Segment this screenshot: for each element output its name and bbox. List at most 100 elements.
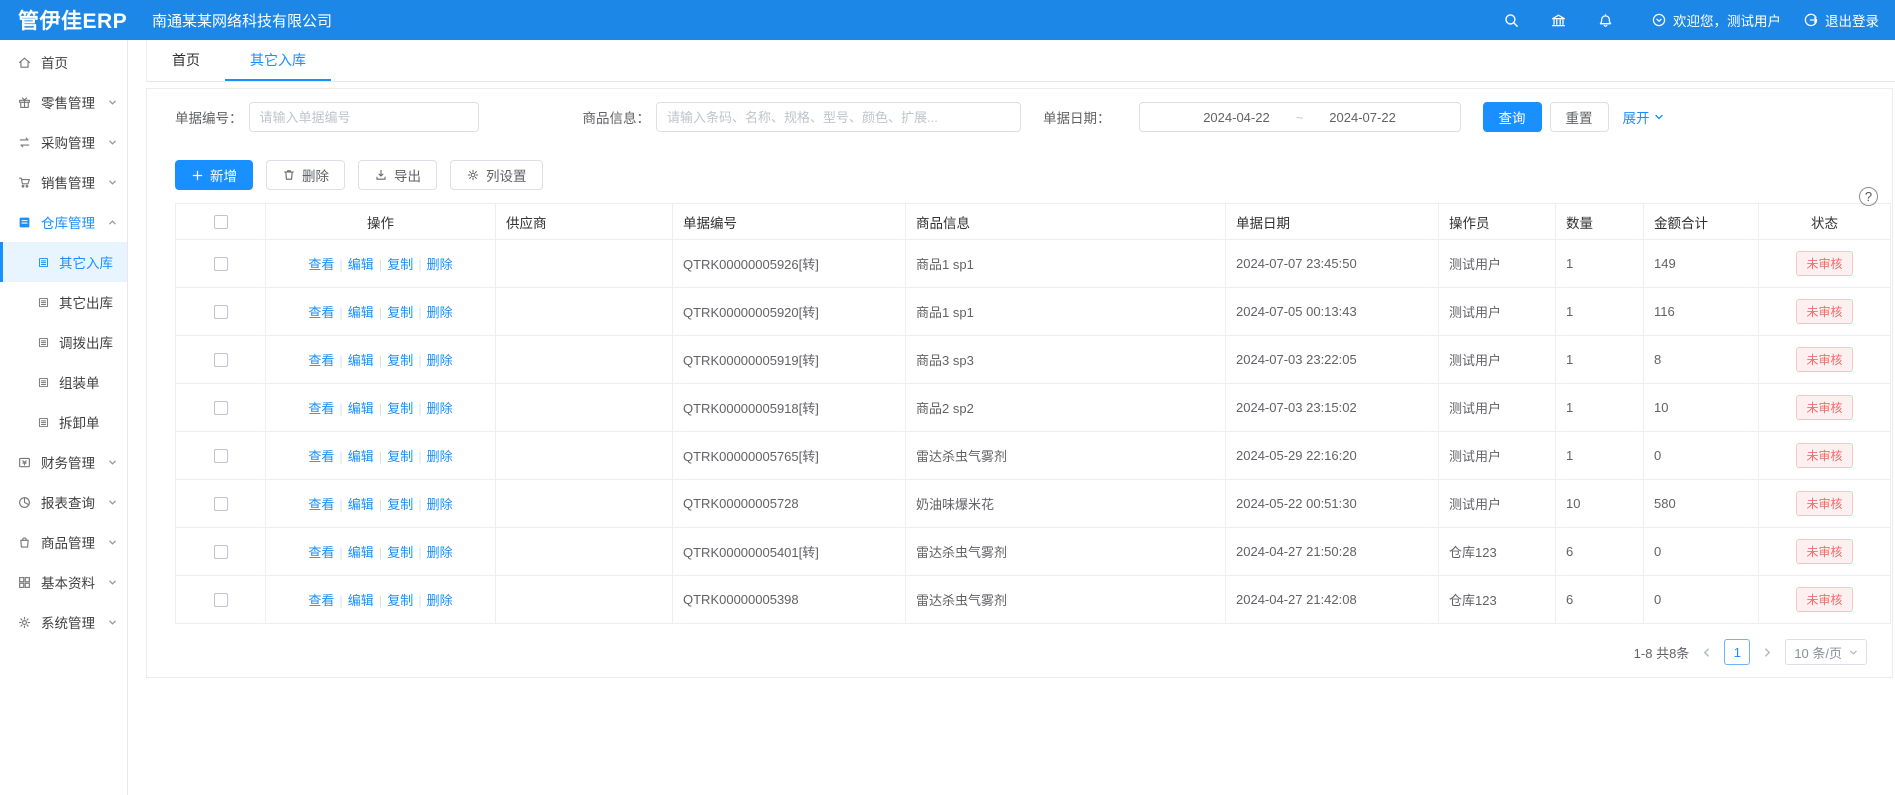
table-row: 查看|编辑|复制|删除 QTRK00000005728 奶油味爆米花 2024-… xyxy=(176,480,1891,528)
row-action-copy[interactable]: 复制 xyxy=(387,593,413,608)
table-row: 查看|编辑|复制|删除 QTRK00000005920[转] 商品1 sp1 2… xyxy=(176,288,1891,336)
select-all-checkbox[interactable] xyxy=(214,215,228,229)
sidebar-item-retail[interactable]: 零售管理 xyxy=(0,82,127,122)
row-action-edit[interactable]: 编辑 xyxy=(348,401,374,416)
page-number-button[interactable]: 1 xyxy=(1724,639,1750,665)
row-checkbox[interactable] xyxy=(214,305,228,319)
sidebar-item-assembly[interactable]: 组装单 xyxy=(0,362,127,402)
row-action-edit[interactable]: 编辑 xyxy=(348,545,374,560)
tab-bar: 首页 其它入库 xyxy=(146,40,1895,82)
page-size-select[interactable]: 10 条/页 xyxy=(1785,639,1867,665)
cell-bill-no: QTRK00000005728 xyxy=(673,480,906,528)
app-logo: 管伊佳ERP xyxy=(0,5,128,35)
row-action-edit[interactable]: 编辑 xyxy=(348,497,374,512)
document-icon xyxy=(37,336,50,349)
logout-text: 退出登录 xyxy=(1825,10,1879,30)
row-checkbox[interactable] xyxy=(214,353,228,367)
row-action-view[interactable]: 查看 xyxy=(308,449,334,464)
sidebar-item-disassembly[interactable]: 拆卸单 xyxy=(0,402,127,442)
row-action-view[interactable]: 查看 xyxy=(308,401,334,416)
row-action-delete[interactable]: 删除 xyxy=(427,545,453,560)
sidebar-item-warehouse[interactable]: 仓库管理 xyxy=(0,202,127,242)
row-action-edit[interactable]: 编辑 xyxy=(348,593,374,608)
cell-date: 2024-05-22 00:51:30 xyxy=(1226,480,1439,528)
row-action-edit[interactable]: 编辑 xyxy=(348,449,374,464)
add-button[interactable]: 新增 xyxy=(175,160,253,190)
row-action-copy[interactable]: 复制 xyxy=(387,545,413,560)
cell-date: 2024-07-03 23:15:02 xyxy=(1226,384,1439,432)
row-action-copy[interactable]: 复制 xyxy=(387,497,413,512)
prev-page-icon[interactable] xyxy=(1699,647,1714,658)
row-action-copy[interactable]: 复制 xyxy=(387,305,413,320)
sidebar-item-finance[interactable]: 财务管理 xyxy=(0,442,127,482)
bank-icon[interactable] xyxy=(1535,12,1582,29)
row-action-view[interactable]: 查看 xyxy=(308,545,334,560)
sidebar-item-reports[interactable]: 报表查询 xyxy=(0,482,127,522)
row-checkbox[interactable] xyxy=(214,545,228,559)
column-settings-button[interactable]: 列设置 xyxy=(450,160,543,190)
search-icon[interactable] xyxy=(1488,12,1535,29)
product-info-input[interactable] xyxy=(656,102,1021,132)
header-product: 商品信息 xyxy=(906,204,1226,240)
gift-icon xyxy=(17,95,32,110)
row-checkbox[interactable] xyxy=(214,401,228,415)
row-checkbox[interactable] xyxy=(214,449,228,463)
table-row: 查看|编辑|复制|删除 QTRK00000005919[转] 商品3 sp3 2… xyxy=(176,336,1891,384)
date-to-value[interactable]: 2024-07-22 xyxy=(1329,110,1396,125)
row-action-copy[interactable]: 复制 xyxy=(387,353,413,368)
row-action-delete[interactable]: 删除 xyxy=(427,353,453,368)
row-action-view[interactable]: 查看 xyxy=(308,305,334,320)
row-action-delete[interactable]: 删除 xyxy=(427,401,453,416)
row-action-edit[interactable]: 编辑 xyxy=(348,353,374,368)
sidebar-item-basic-data[interactable]: 基本资料 xyxy=(0,562,127,602)
row-action-delete[interactable]: 删除 xyxy=(427,257,453,272)
sidebar-item-system[interactable]: 系统管理 xyxy=(0,602,127,642)
tab-other-inbound[interactable]: 其它入库 xyxy=(225,40,331,81)
expand-link[interactable]: 展开 xyxy=(1623,107,1664,127)
row-action-edit[interactable]: 编辑 xyxy=(348,257,374,272)
table-row: 查看|编辑|复制|删除 QTRK00000005398 雷达杀虫气雾剂 2024… xyxy=(176,576,1891,624)
row-action-view[interactable]: 查看 xyxy=(308,353,334,368)
search-button[interactable]: 查询 xyxy=(1483,102,1542,132)
row-action-copy[interactable]: 复制 xyxy=(387,257,413,272)
date-range-picker[interactable]: 2024-04-22 ~ 2024-07-22 xyxy=(1139,102,1461,132)
row-action-view[interactable]: 查看 xyxy=(308,257,334,272)
row-checkbox[interactable] xyxy=(214,593,228,607)
row-checkbox[interactable] xyxy=(214,257,228,271)
date-from-value[interactable]: 2024-04-22 xyxy=(1203,110,1270,125)
tab-home[interactable]: 首页 xyxy=(147,40,225,81)
reset-button[interactable]: 重置 xyxy=(1550,102,1609,132)
cell-bill-no: QTRK00000005926[转] xyxy=(673,240,906,288)
bill-no-input[interactable] xyxy=(249,102,479,132)
cell-operator: 测试用户 xyxy=(1439,240,1556,288)
help-icon[interactable]: ? xyxy=(1859,187,1878,206)
header-amount: 金额合计 xyxy=(1644,204,1759,240)
row-action-edit[interactable]: 编辑 xyxy=(348,305,374,320)
row-action-copy[interactable]: 复制 xyxy=(387,449,413,464)
row-action-delete[interactable]: 删除 xyxy=(427,593,453,608)
row-action-delete[interactable]: 删除 xyxy=(427,449,453,464)
row-action-delete[interactable]: 删除 xyxy=(427,305,453,320)
export-button[interactable]: 导出 xyxy=(358,160,437,190)
next-page-icon[interactable] xyxy=(1760,647,1775,658)
row-action-delete[interactable]: 删除 xyxy=(427,497,453,512)
sidebar-item-other-inbound[interactable]: 其它入库 xyxy=(0,242,127,282)
row-action-view[interactable]: 查看 xyxy=(308,593,334,608)
user-dropdown-icon xyxy=(1651,12,1667,28)
cell-supplier xyxy=(496,240,673,288)
sidebar-item-transfer-outbound[interactable]: 调拨出库 xyxy=(0,322,127,362)
table-row: 查看|编辑|复制|删除 QTRK00000005401[转] 雷达杀虫气雾剂 2… xyxy=(176,528,1891,576)
row-checkbox[interactable] xyxy=(214,497,228,511)
sidebar-item-goods[interactable]: 商品管理 xyxy=(0,522,127,562)
sidebar-item-home[interactable]: 首页 xyxy=(0,42,127,82)
user-dropdown[interactable]: 欢迎您，测试用户 xyxy=(1651,10,1781,30)
bell-icon[interactable] xyxy=(1582,12,1629,29)
sidebar-item-purchase[interactable]: 采购管理 xyxy=(0,122,127,162)
sidebar-item-other-outbound[interactable]: 其它出库 xyxy=(0,282,127,322)
row-action-view[interactable]: 查看 xyxy=(308,497,334,512)
logout-button[interactable]: 退出登录 xyxy=(1803,10,1879,30)
sidebar-item-sales[interactable]: 销售管理 xyxy=(0,162,127,202)
pagination-total: 1-8 共8条 xyxy=(1634,643,1690,662)
delete-button[interactable]: 删除 xyxy=(266,160,345,190)
row-action-copy[interactable]: 复制 xyxy=(387,401,413,416)
